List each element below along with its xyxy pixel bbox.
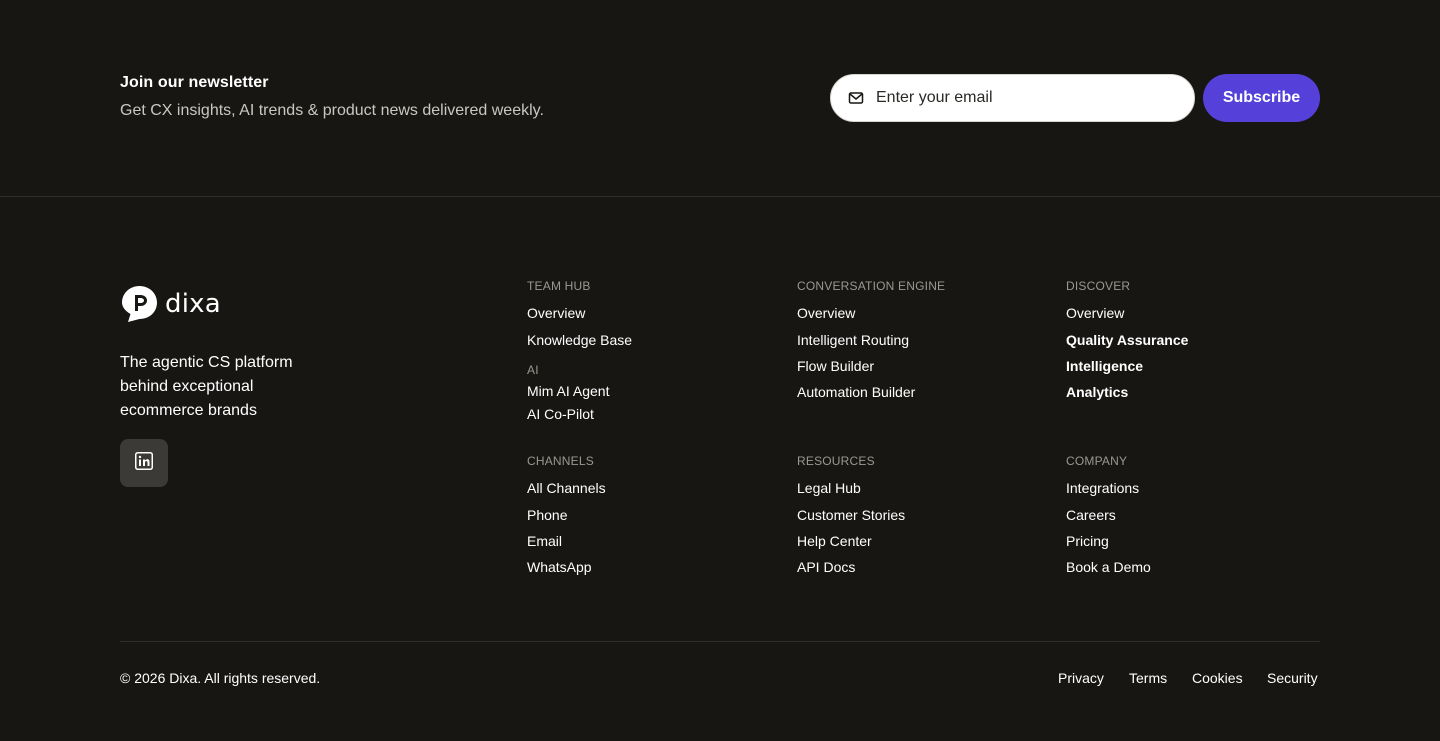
pricing-link[interactable]: Pricing [1066, 533, 1109, 549]
book-a-demo-link[interactable]: Book a Demo [1066, 559, 1151, 575]
mail-icon [848, 90, 864, 106]
dixa-logo-icon [120, 284, 159, 323]
customer-stories-link[interactable]: Customer Stories [797, 507, 905, 523]
logo-wordmark: dixa [165, 288, 221, 319]
integrations-link[interactable]: Integrations [1066, 480, 1139, 496]
security-link[interactable]: Security [1267, 670, 1318, 686]
newsletter-title: Join our newsletter [120, 74, 269, 91]
knowledge-base-link[interactable]: Knowledge Base [527, 332, 632, 348]
quality-assurance-link[interactable]: Quality Assurance [1066, 332, 1188, 348]
resources-heading: RESOURCES [797, 454, 875, 468]
intelligent-routing-link[interactable]: Intelligent Routing [797, 332, 909, 348]
channels-heading: CHANNELS [527, 454, 594, 468]
mim-ai-agent-link[interactable]: Mim AI Agent [527, 383, 609, 399]
help-center-link[interactable]: Help Center [797, 533, 872, 549]
all-channels-link[interactable]: All Channels [527, 480, 606, 496]
privacy-link[interactable]: Privacy [1058, 670, 1104, 686]
email-input[interactable] [876, 89, 1176, 107]
email-field[interactable] [830, 74, 1195, 122]
careers-link[interactable]: Careers [1066, 507, 1116, 523]
copyright-text: © 2026 Dixa. All rights reserved. [120, 670, 321, 686]
phone-link[interactable]: Phone [527, 507, 567, 523]
ai-heading: AI [527, 363, 539, 377]
conversation-engine-heading: CONVERSATION ENGINE [797, 279, 946, 293]
cookies-link[interactable]: Cookies [1192, 670, 1243, 686]
subscribe-button[interactable]: Subscribe [1203, 74, 1320, 122]
team-hub-overview-link[interactable]: Overview [527, 305, 585, 321]
newsletter-section: Join our newsletter Get CX insights, AI … [0, 0, 1440, 197]
linkedin-button[interactable] [120, 439, 168, 487]
discover-overview-link[interactable]: Overview [1066, 305, 1124, 321]
intelligence-link[interactable]: Intelligence [1066, 358, 1143, 374]
linkedin-icon [135, 451, 153, 475]
analytics-link[interactable]: Analytics [1066, 384, 1128, 400]
legal-hub-link[interactable]: Legal Hub [797, 480, 861, 496]
team-hub-heading: TEAM HUB [527, 279, 591, 293]
footer-divider [120, 641, 1320, 642]
terms-link[interactable]: Terms [1129, 670, 1167, 686]
whatsapp-link[interactable]: WhatsApp [527, 559, 592, 575]
dixa-logo[interactable]: dixa [120, 284, 221, 323]
newsletter-subtitle: Get CX insights, AI trends & product new… [120, 102, 544, 119]
email-link[interactable]: Email [527, 533, 562, 549]
company-heading: COMPANY [1066, 454, 1128, 468]
brand-tagline: The agentic CS platform behind exception… [120, 354, 293, 419]
flow-builder-link[interactable]: Flow Builder [797, 358, 874, 374]
ai-co-pilot-link[interactable]: AI Co-Pilot [527, 406, 594, 422]
discover-heading: DISCOVER [1066, 279, 1131, 293]
api-docs-link[interactable]: API Docs [797, 559, 855, 575]
conversation-overview-link[interactable]: Overview [797, 305, 855, 321]
automation-builder-link[interactable]: Automation Builder [797, 384, 915, 400]
